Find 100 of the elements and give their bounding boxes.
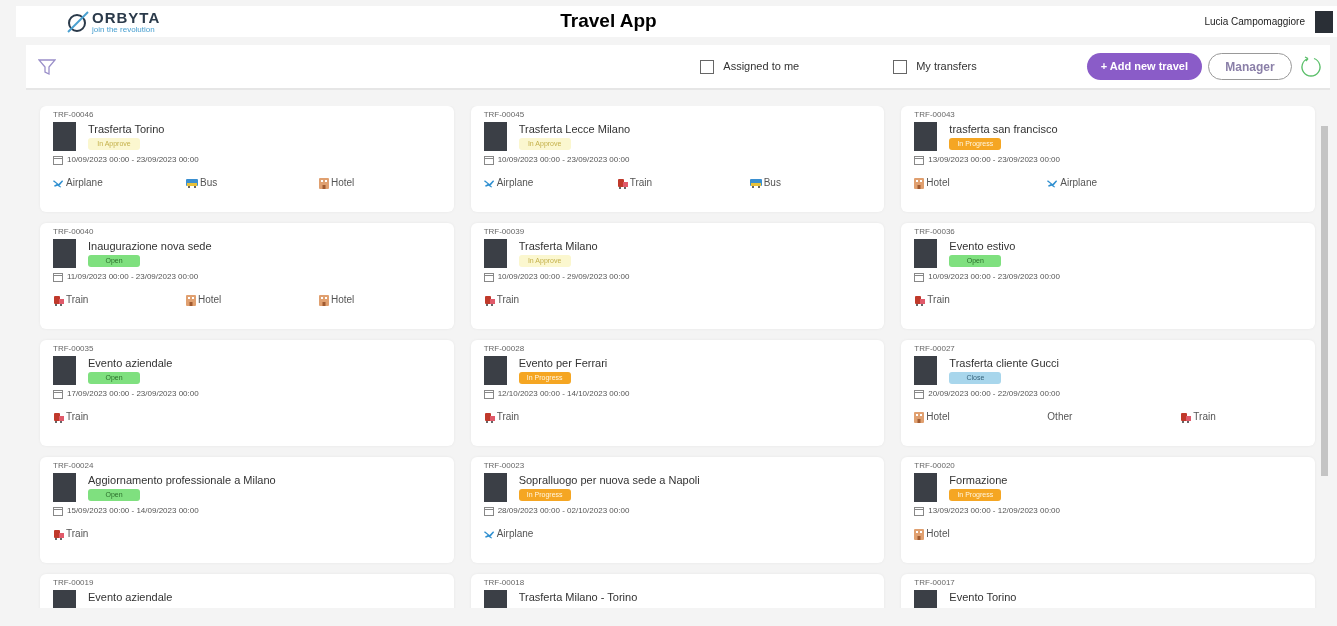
- travel-card[interactable]: TRF-00018 Trasferta Milano - Torino: [470, 574, 885, 608]
- manager-button[interactable]: Manager: [1208, 53, 1292, 80]
- date-range: 20/09/2023 00:00 - 22/09/2023 00:00: [928, 389, 1060, 399]
- travel-code: TRF-00027: [914, 343, 955, 354]
- bus-icon: [749, 178, 762, 188]
- transport-label: Airplane: [66, 177, 103, 189]
- train-icon: [483, 294, 495, 306]
- travel-code: TRF-00036: [914, 226, 955, 237]
- transport-label: Train: [66, 294, 89, 306]
- date-range: 10/09/2023 00:00 - 23/09/2023 00:00: [67, 155, 199, 165]
- checkbox[interactable]: [700, 59, 715, 74]
- calendar-icon: [53, 155, 63, 165]
- airplane-icon: [1047, 178, 1059, 188]
- calendar-icon: [53, 272, 63, 282]
- transport-label: Train: [66, 528, 89, 540]
- photo-placeholder: [53, 122, 76, 151]
- travel-card[interactable]: TRF-00019 Evento aziendale: [40, 574, 454, 608]
- travel-code: TRF-00045: [483, 109, 525, 120]
- date-range: 11/09/2023 00:00 - 23/09/2023 00:00: [67, 272, 199, 282]
- travel-code: TRF-00018: [483, 577, 525, 588]
- hotel-icon: [914, 411, 925, 423]
- date-range: 15/09/2023 00:00 - 14/09/2023 00:00: [67, 506, 199, 516]
- add-travel-button[interactable]: + Add new travel: [1086, 53, 1202, 80]
- checkbox-label: Assigned to me: [723, 59, 800, 75]
- transport-label: Other: [1047, 411, 1073, 423]
- travel-code: TRF-00039: [483, 226, 525, 237]
- calendar-icon: [914, 506, 925, 516]
- logo-tagline: join the revolution: [92, 24, 156, 34]
- travel-title: Evento Torino: [949, 590, 1017, 604]
- transport-label: Airplane: [496, 177, 534, 189]
- hotel-icon: [914, 528, 925, 540]
- logo-icon: [66, 10, 90, 33]
- travel-code: TRF-00024: [53, 460, 94, 471]
- user-name: Lucia Campomaggiore: [1204, 15, 1305, 29]
- calendar-icon: [53, 389, 63, 399]
- photo-placeholder: [914, 473, 938, 502]
- transport-label: Train: [629, 177, 653, 189]
- train-icon: [53, 411, 64, 423]
- date-range: 28/09/2023 00:00 - 02/10/2023 00:00: [497, 506, 630, 516]
- hotel-icon: [319, 294, 329, 306]
- date-range: 12/10/2023 00:00 - 14/10/2023 00:00: [497, 389, 630, 399]
- transport-label: Bus: [763, 177, 781, 189]
- travel-code: TRF-00043: [914, 109, 955, 120]
- transport-label: Train: [496, 411, 520, 423]
- hotel-icon: [186, 294, 196, 306]
- airplane-icon: [483, 529, 495, 539]
- travel-title: Aggiornamento professionale a Milano: [88, 473, 276, 487]
- date-range: 10/09/2023 00:00 - 29/09/2023 00:00: [497, 272, 630, 282]
- checkbox[interactable]: [893, 59, 908, 74]
- photo-placeholder: [914, 239, 938, 268]
- train-icon: [483, 411, 495, 423]
- date-range: 10/09/2023 00:00 - 23/09/2023 00:00: [928, 272, 1060, 282]
- photo-placeholder: [483, 122, 507, 151]
- travel-code: TRF-00020: [914, 460, 955, 471]
- calendar-icon: [483, 155, 494, 165]
- transport-label: Hotel: [331, 177, 355, 189]
- photo-placeholder: [53, 473, 76, 502]
- travel-code: TRF-00040: [53, 226, 94, 237]
- calendar-icon: [914, 272, 925, 282]
- travel-code: TRF-00046: [53, 109, 94, 120]
- date-range: 13/09/2023 00:00 - 12/09/2023 00:00: [928, 506, 1060, 516]
- travel-title: Evento estivo: [949, 239, 1016, 253]
- transport-label: Hotel: [926, 177, 950, 189]
- user-avatar[interactable]: [1315, 10, 1333, 33]
- travel-title: Formazione: [949, 473, 1008, 487]
- travel-title: Evento per Ferrari: [518, 356, 608, 370]
- travel-title: Trasferta cliente Gucci: [949, 356, 1059, 370]
- transport-label: Bus: [200, 177, 218, 189]
- transport-label: Hotel: [198, 294, 222, 306]
- transport-label: Train: [927, 294, 950, 306]
- travel-title: Trasferta Lecce Milano: [518, 122, 631, 136]
- transport-label: Train: [66, 411, 89, 423]
- travel-code: TRF-00017: [914, 577, 955, 588]
- train-icon: [1180, 411, 1192, 423]
- travel-title: trasferta san francisco: [949, 122, 1058, 136]
- transport-label: Hotel: [926, 411, 950, 423]
- photo-placeholder: [914, 356, 938, 385]
- travel-code: TRF-00028: [483, 343, 525, 354]
- transport-label: Train: [496, 294, 520, 306]
- date-range: 13/09/2023 00:00 - 23/09/2023 00:00: [928, 155, 1060, 165]
- travel-title: Sopralluogo per nuova sede a Napoli: [518, 473, 700, 487]
- app-title: Travel App: [560, 9, 657, 34]
- calendar-icon: [483, 272, 494, 282]
- photo-placeholder: [483, 473, 507, 502]
- calendar-icon: [53, 506, 63, 516]
- photo-placeholder: [53, 356, 76, 385]
- train-icon: [914, 294, 926, 306]
- calendar-icon: [914, 155, 925, 165]
- calendar-icon: [914, 389, 925, 399]
- filter-icon[interactable]: [38, 57, 56, 76]
- date-range: 17/09/2023 00:00 - 23/09/2023 00:00: [67, 389, 199, 399]
- photo-placeholder: [483, 239, 507, 268]
- photo-placeholder: [914, 122, 938, 151]
- travel-code: TRF-00019: [53, 577, 94, 588]
- travel-title: Trasferta Milano - Torino: [518, 590, 638, 604]
- airplane-icon: [483, 178, 495, 188]
- photo-placeholder: [483, 356, 507, 385]
- date-range: 10/09/2023 00:00 - 23/09/2023 00:00: [497, 155, 630, 165]
- travel-card[interactable]: TRF-00017 Evento Torino: [901, 574, 1315, 608]
- transport-label: Hotel: [331, 294, 355, 306]
